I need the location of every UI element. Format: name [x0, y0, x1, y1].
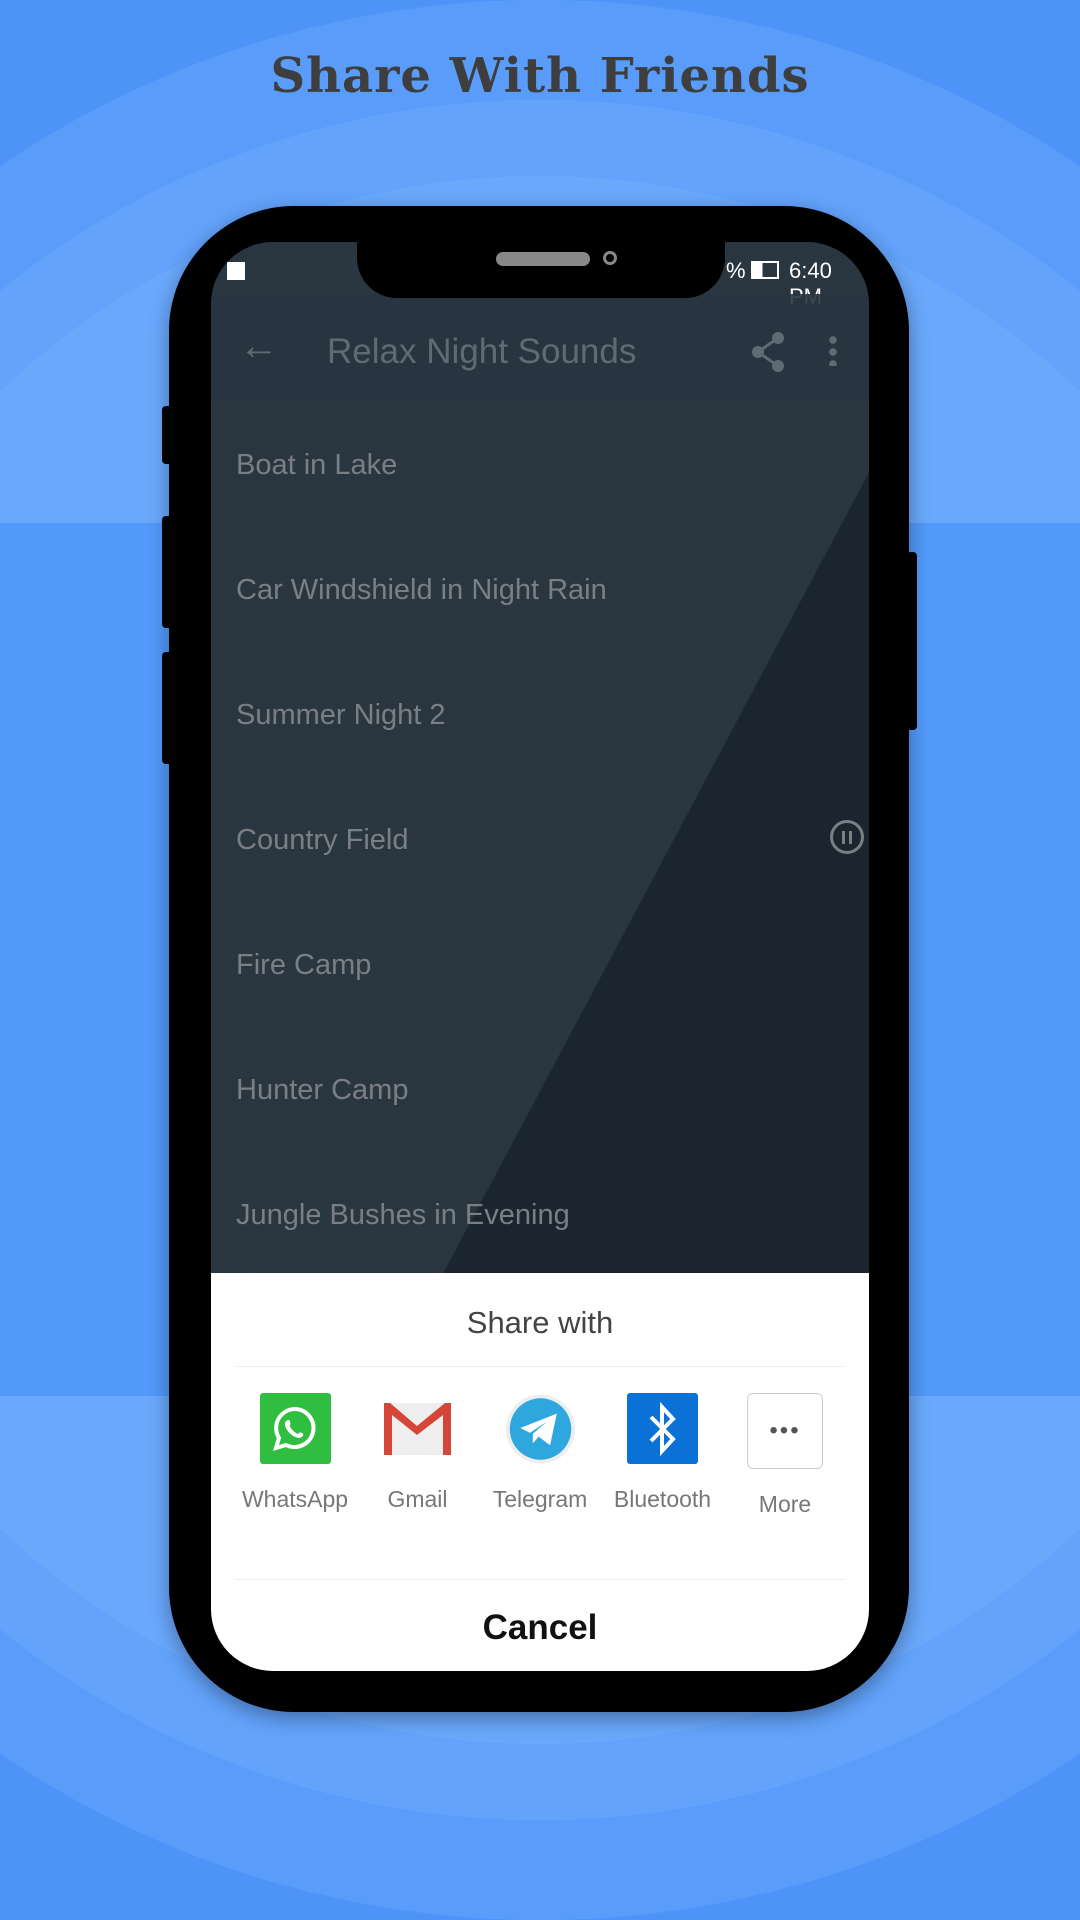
sound-name: Fire Camp [236, 949, 372, 981]
sound-name: Boat in Lake [236, 449, 398, 481]
battery-icon [751, 261, 779, 279]
share-app-telegram[interactable]: Telegram [475, 1393, 605, 1513]
sound-name: Jungle Bushes in Evening [236, 1199, 570, 1231]
share-app-label: Gmail [387, 1486, 448, 1512]
sound-item[interactable]: Boat in Lake [236, 449, 846, 482]
screen: % 6:40 PM ← Relax Night Sounds Boat in L… [211, 242, 869, 1671]
sound-item[interactable]: Jungle Bushes in Evening [236, 1199, 846, 1232]
sound-name: Hunter Camp [236, 1074, 409, 1106]
battery-percent: % [726, 258, 746, 283]
telegram-icon [505, 1393, 576, 1464]
sound-item[interactable]: Hunter Camp [236, 1074, 846, 1107]
pause-icon[interactable] [830, 820, 864, 854]
sound-item[interactable]: Fire Camp [236, 949, 846, 982]
share-app-more[interactable]: ••• More [720, 1393, 850, 1518]
sound-name: Car Windshield in Night Rain [236, 574, 607, 606]
whatsapp-icon [259, 1393, 331, 1464]
side-button [162, 406, 172, 464]
divider [236, 1366, 844, 1367]
share-app-bluetooth[interactable]: Bluetooth [598, 1393, 728, 1513]
phone-frame: % 6:40 PM ← Relax Night Sounds Boat in L… [162, 206, 917, 1712]
back-arrow-icon[interactable]: ← [239, 324, 279, 369]
sound-item[interactable]: Country Field [236, 820, 864, 857]
gmail-icon [382, 1393, 453, 1464]
side-button [162, 652, 172, 764]
sound-name: Country Field [236, 824, 409, 856]
share-app-whatsapp[interactable]: WhatsApp [230, 1393, 360, 1513]
speaker [496, 252, 590, 266]
share-app-label: WhatsApp [241, 1486, 349, 1512]
share-icon[interactable] [751, 332, 785, 372]
share-app-label: More [758, 1491, 812, 1517]
image-notification-icon [227, 262, 245, 280]
cancel-button[interactable]: Cancel [211, 1608, 869, 1648]
notch [357, 242, 725, 298]
sound-item[interactable]: Summer Night 2 [236, 699, 846, 732]
share-app-gmail[interactable]: Gmail [353, 1393, 483, 1513]
headline: Share With Friends [270, 48, 810, 104]
share-app-label: Telegram [492, 1486, 588, 1512]
share-title: Share with [466, 1305, 614, 1340]
share-sheet: Share with WhatsApp Gmail Telegram Bluetoot… [211, 1273, 869, 1671]
divider [236, 1579, 844, 1580]
side-button [907, 552, 917, 730]
bluetooth-icon [627, 1393, 698, 1464]
more-icon: ••• [747, 1393, 823, 1469]
app-title: Relax Night Sounds [327, 332, 637, 371]
side-button [162, 516, 172, 628]
toolbar: ← Relax Night Sounds [211, 294, 869, 402]
sound-name: Summer Night 2 [236, 699, 446, 731]
sound-item[interactable]: Car Windshield in Night Rain [236, 574, 846, 607]
camera [603, 251, 617, 265]
more-vert-icon[interactable] [829, 334, 837, 366]
share-app-label: Bluetooth [613, 1486, 712, 1512]
